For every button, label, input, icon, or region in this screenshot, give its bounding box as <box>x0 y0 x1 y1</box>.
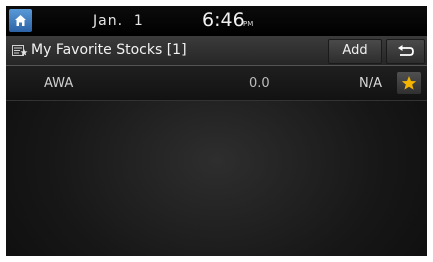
star-icon <box>401 76 417 90</box>
stock-change: N/A <box>359 76 382 91</box>
time-display: 6:46 <box>202 9 245 31</box>
screen: Jan. 1 6:46 PM My Favorite Stocks [1] Ad… <box>6 6 427 256</box>
stock-symbol: AWA <box>44 76 74 91</box>
add-button[interactable]: Add <box>328 39 382 64</box>
stock-list-icon <box>12 45 28 56</box>
ampm-indicator: PM <box>243 20 254 28</box>
stock-row[interactable]: AWA 0.0 N/A <box>6 66 427 101</box>
home-button[interactable] <box>9 9 32 32</box>
page-title: My Favorite Stocks [1] <box>31 42 187 58</box>
title-bar: My Favorite Stocks [1] Add <box>6 36 427 66</box>
date-display: Jan. 1 <box>93 13 144 29</box>
home-icon <box>15 15 26 26</box>
stock-price: 0.0 <box>249 76 270 91</box>
back-button[interactable] <box>386 39 425 64</box>
status-bar: Jan. 1 6:46 PM <box>6 6 427 36</box>
back-arrow-icon <box>398 45 414 56</box>
favorite-star-button[interactable] <box>397 72 421 94</box>
